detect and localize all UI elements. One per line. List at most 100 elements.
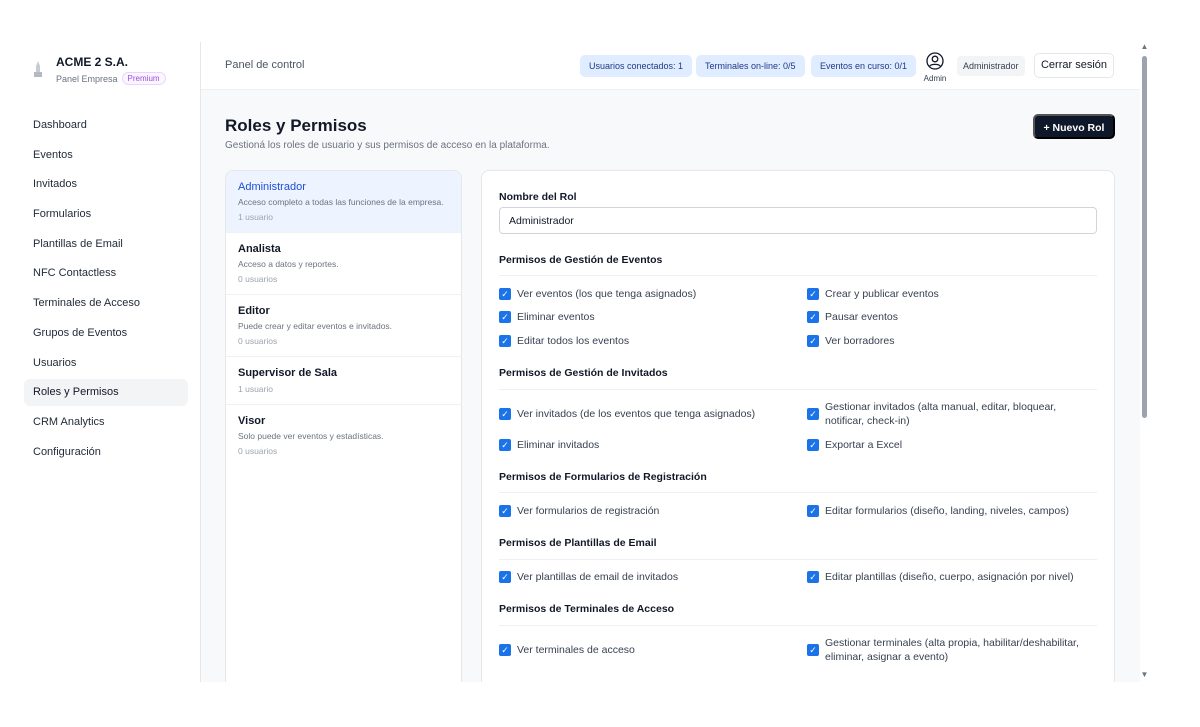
section-title-eventos: Permisos de Gestión de Eventos — [499, 254, 663, 266]
sidebar-item-crm[interactable]: CRM Analytics — [24, 409, 188, 436]
sidebar-item-usuarios[interactable]: Usuarios — [24, 350, 188, 377]
section-title-terminales: Permisos de Terminales de Acceso — [499, 603, 675, 615]
checkbox-checked-icon[interactable]: ✓ — [499, 439, 511, 451]
users-connected-badge[interactable]: Usuarios conectados: 1 — [580, 55, 693, 77]
role-description: Acceso a datos y reportes. — [238, 259, 339, 269]
perm-editar-eventos[interactable]: ✓ Editar todos los eventos — [499, 334, 629, 348]
role-user-count: 1 usuario — [238, 212, 273, 222]
checkbox-checked-icon[interactable]: ✓ — [807, 439, 819, 451]
checkbox-checked-icon[interactable]: ✓ — [807, 311, 819, 323]
user-avatar-icon — [921, 52, 949, 74]
divider — [499, 492, 1097, 493]
section-title-formularios: Permisos de Formularios de Registración — [499, 471, 707, 483]
sidebar-item-terminales[interactable]: Terminales de Acceso — [24, 290, 188, 317]
scroll-up-arrow-icon[interactable]: ▲ — [1140, 42, 1149, 51]
page-subtitle: Gestioná los roles de usuario y sus perm… — [225, 140, 550, 151]
perm-ver-eventos[interactable]: ✓ Ver eventos (los que tenga asignados) — [499, 287, 696, 301]
role-user-count: 0 usuarios — [238, 336, 278, 346]
checkbox-checked-icon[interactable]: ✓ — [807, 571, 819, 583]
sidebar-item-plantillas-email[interactable]: Plantillas de Email — [24, 231, 188, 258]
panel-subtitle: Panel Empresa — [56, 73, 118, 84]
header-title: Panel de control — [225, 59, 305, 71]
sidebar-item-eventos[interactable]: Eventos — [24, 142, 188, 169]
role-chip: Administrador — [957, 56, 1025, 76]
checkbox-checked-icon[interactable]: ✓ — [807, 408, 819, 420]
roles-list: Administrador Acceso completo a todas la… — [225, 170, 462, 682]
section-title-invitados: Permisos de Gestión de Invitados — [499, 367, 668, 379]
building-icon — [32, 60, 44, 80]
role-name: Editor — [238, 305, 270, 317]
sidebar: ACME 2 S.A. Panel Empresa Premium Dashbo… — [24, 42, 201, 682]
sidebar-item-configuracion[interactable]: Configuración — [24, 439, 188, 466]
divider — [499, 625, 1097, 626]
role-name: Visor — [238, 415, 266, 427]
role-item-editor[interactable]: Editor Puede crear y editar eventos e in… — [226, 295, 461, 357]
sidebar-item-dashboard[interactable]: Dashboard — [24, 112, 188, 139]
divider — [499, 389, 1097, 390]
role-description: Solo puede ver eventos y estadísticas. — [238, 431, 384, 441]
scroll-down-arrow-icon[interactable]: ▼ — [1140, 670, 1149, 679]
perm-editar-formularios[interactable]: ✓ Editar formularios (diseño, landing, ni… — [807, 504, 1069, 518]
perm-ver-invitados[interactable]: ✓ Ver invitados (de los eventos que tenga… — [499, 407, 799, 421]
divider — [499, 275, 1097, 276]
perm-pausar-eventos[interactable]: ✓ Pausar eventos — [807, 310, 898, 324]
terminals-online-badge[interactable]: Terminales on-line: 0/5 — [696, 55, 805, 77]
checkbox-checked-icon[interactable]: ✓ — [499, 505, 511, 517]
scrollbar-thumb[interactable] — [1142, 56, 1147, 418]
checkbox-checked-icon[interactable]: ✓ — [807, 505, 819, 517]
role-item-visor[interactable]: Visor Solo puede ver eventos y estadísti… — [226, 405, 461, 466]
role-item-supervisor[interactable]: Supervisor de Sala 1 usuario — [226, 357, 461, 405]
role-description: Puede crear y editar eventos e invitados… — [238, 321, 393, 331]
role-name: Analista — [238, 243, 281, 255]
checkbox-checked-icon[interactable]: ✓ — [807, 644, 819, 656]
perm-gestionar-invitados[interactable]: ✓ Gestionar invitados (alta manual, edita… — [807, 400, 1097, 428]
sidebar-item-nfc[interactable]: NFC Contactless — [24, 260, 188, 287]
role-user-count: 1 usuario — [238, 384, 273, 394]
role-editor-panel: Nombre del Rol Permisos de Gestión de Ev… — [481, 170, 1115, 682]
main-content: Roles y Permisos Gestioná los roles de u… — [201, 90, 1140, 682]
perm-exportar-excel[interactable]: ✓ Exportar a Excel — [807, 438, 902, 452]
events-running-badge[interactable]: Eventos en curso: 0/1 — [811, 55, 917, 77]
brand[interactable]: ACME 2 S.A. Panel Empresa Premium — [32, 54, 166, 85]
perm-gestionar-terminales[interactable]: ✓ Gestionar terminales (alta propia, habi… — [807, 636, 1097, 664]
app-frame: ACME 2 S.A. Panel Empresa Premium Dashbo… — [24, 42, 1140, 682]
role-name-input[interactable] — [499, 207, 1097, 234]
top-header: Panel de control Usuarios conectados: 1 … — [201, 42, 1140, 90]
role-name: Supervisor de Sala — [238, 367, 338, 379]
sidebar-item-invitados[interactable]: Invitados — [24, 171, 188, 198]
section-title-plantillas: Permisos de Plantillas de Email — [499, 537, 657, 549]
role-user-count: 0 usuarios — [238, 274, 278, 284]
new-role-button[interactable]: + Nuevo Rol — [1033, 114, 1115, 139]
sidebar-item-roles[interactable]: Roles y Permisos — [24, 379, 188, 407]
user-menu[interactable]: Admin — [921, 52, 949, 83]
checkbox-checked-icon[interactable]: ✓ — [499, 644, 511, 656]
sidebar-nav: Dashboard Eventos Invitados Formularios … — [24, 112, 201, 468]
logout-button[interactable]: Cerrar sesión — [1034, 53, 1114, 78]
role-item-administrador[interactable]: Administrador Acceso completo a todas la… — [226, 171, 461, 233]
perm-ver-borradores[interactable]: ✓ Ver borradores — [807, 334, 894, 348]
perm-crear-eventos[interactable]: ✓ Crear y publicar eventos — [807, 287, 939, 301]
role-item-analista[interactable]: Analista Acceso a datos y reportes. 0 us… — [226, 233, 461, 295]
checkbox-checked-icon[interactable]: ✓ — [499, 571, 511, 583]
checkbox-checked-icon[interactable]: ✓ — [499, 311, 511, 323]
divider — [499, 559, 1097, 560]
perm-ver-formularios[interactable]: ✓ Ver formularios de registración — [499, 504, 659, 518]
perm-editar-plantillas[interactable]: ✓ Editar plantillas (diseño, cuerpo, asig… — [807, 570, 1074, 584]
perm-eliminar-eventos[interactable]: ✓ Eliminar eventos — [499, 310, 595, 324]
role-user-count: 0 usuarios — [238, 446, 278, 456]
role-description: Acceso completo a todas las funciones de… — [238, 197, 444, 207]
perm-ver-terminales[interactable]: ✓ Ver terminales de acceso — [499, 643, 635, 657]
checkbox-checked-icon[interactable]: ✓ — [807, 335, 819, 347]
checkbox-checked-icon[interactable]: ✓ — [807, 288, 819, 300]
user-label: Admin — [923, 74, 947, 83]
page-title: Roles y Permisos — [225, 116, 367, 135]
perm-eliminar-invitados[interactable]: ✓ Eliminar invitados — [499, 438, 599, 452]
role-name: Administrador — [238, 181, 306, 193]
premium-badge: Premium — [121, 72, 166, 85]
sidebar-item-formularios[interactable]: Formularios — [24, 201, 188, 228]
perm-ver-plantillas[interactable]: ✓ Ver plantillas de email de invitados — [499, 570, 678, 584]
checkbox-checked-icon[interactable]: ✓ — [499, 335, 511, 347]
checkbox-checked-icon[interactable]: ✓ — [499, 288, 511, 300]
checkbox-checked-icon[interactable]: ✓ — [499, 408, 511, 420]
sidebar-item-grupos[interactable]: Grupos de Eventos — [24, 320, 188, 347]
